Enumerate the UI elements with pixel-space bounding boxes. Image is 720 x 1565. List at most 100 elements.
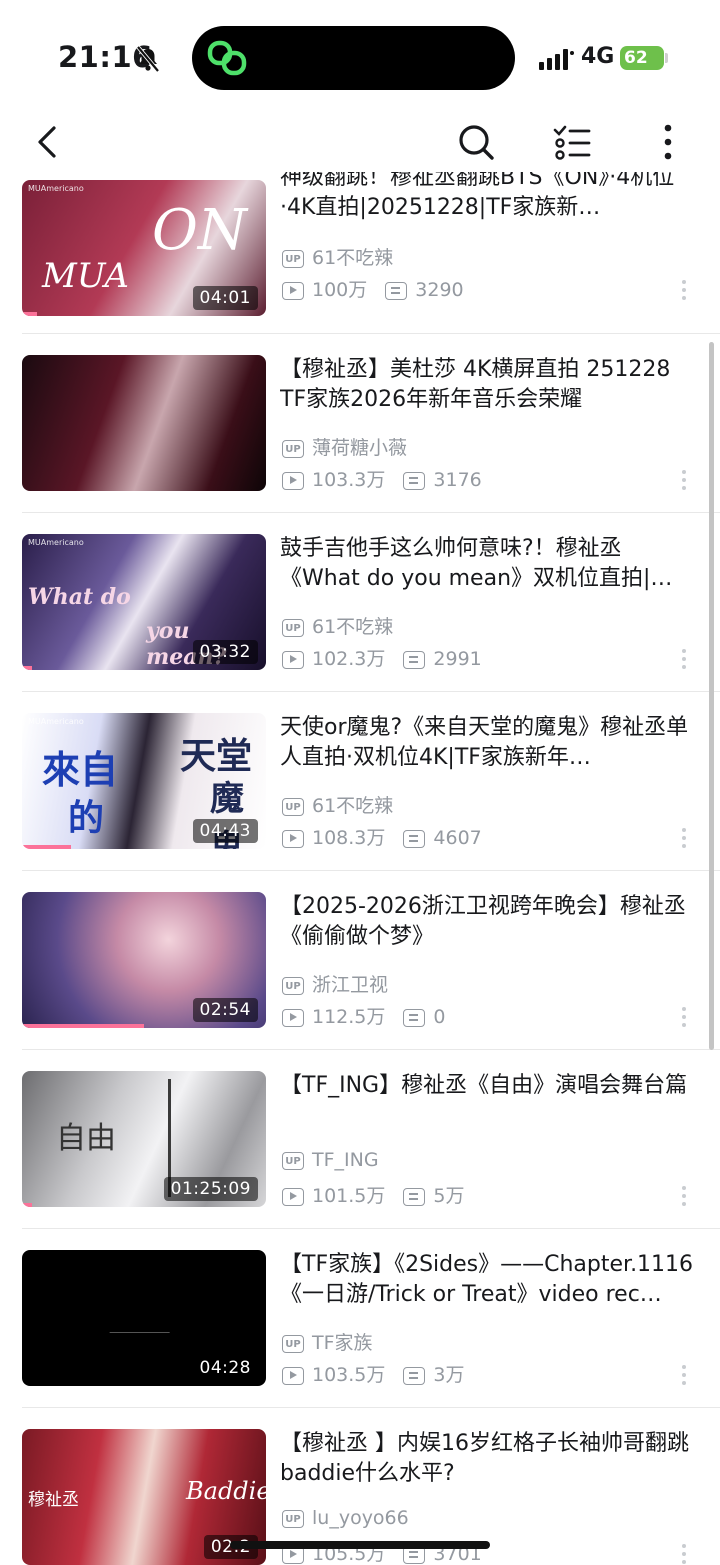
home-indicator[interactable] bbox=[230, 1541, 490, 1549]
video-title[interactable]: 神级翻跳！穆祉丞翻跳BTS《ON》·4机位·4K直拍|20251228|TF家族… bbox=[280, 172, 698, 223]
video-thumbnail[interactable]: MUAmericano 來自 的 天堂 魔鬼 04:43 bbox=[22, 713, 266, 849]
video-thumbnail[interactable]: MUAmericano MUA ON 04:01 bbox=[22, 180, 266, 316]
view-count: 101.5万 bbox=[312, 1185, 386, 1207]
divider bbox=[22, 691, 720, 692]
view-count: 103.5万 bbox=[312, 1364, 386, 1386]
play-count-icon bbox=[282, 650, 304, 669]
divider bbox=[22, 1407, 720, 1408]
item-more-icon[interactable] bbox=[676, 1007, 692, 1031]
thumbnail-text: 來自 bbox=[42, 747, 119, 792]
stats-row: 108.3万 4607 bbox=[282, 823, 482, 849]
up-badge-icon: UP bbox=[282, 439, 304, 458]
scrollbar[interactable] bbox=[709, 342, 714, 1050]
video-title[interactable]: 【2025-2026浙江卫视跨年晚会】穆祉丞《偷偷做个梦》 bbox=[280, 892, 698, 952]
item-more-icon[interactable] bbox=[676, 1186, 692, 1210]
dynamic-island[interactable] bbox=[192, 26, 515, 90]
uploader-name: 61不吃辣 bbox=[312, 616, 394, 638]
battery-indicator: 62 bbox=[620, 46, 664, 70]
uploader-row[interactable]: UP TF家族 bbox=[282, 1328, 373, 1354]
uploader-row[interactable]: UP TF_ING bbox=[282, 1149, 379, 1175]
video-title[interactable]: 【TF家族】《2Sides》——Chapter.1116《一日游/Trick o… bbox=[280, 1250, 698, 1310]
video-item[interactable]: MUAmericano 來自 的 天堂 魔鬼 04:43 天使or魔鬼?《来自天… bbox=[0, 696, 720, 874]
uploader-name: 浙江卫视 bbox=[312, 974, 389, 996]
item-more-icon[interactable] bbox=[676, 828, 692, 852]
danmaku-count: 4607 bbox=[433, 827, 482, 849]
danmaku-icon bbox=[385, 281, 408, 300]
thumbnail-text: ON bbox=[152, 198, 247, 263]
danmaku-count: 5万 bbox=[433, 1185, 465, 1207]
video-title[interactable]: 【TF_ING】穆祉丞《自由》演唱会舞台篇 bbox=[280, 1071, 698, 1131]
view-count: 112.5万 bbox=[312, 1006, 386, 1028]
uploader-row[interactable]: UP 61不吃辣 bbox=[282, 791, 393, 817]
video-item[interactable]: 自由 01:25:09 【TF_ING】穆祉丞《自由》演唱会舞台篇 UP TF_I… bbox=[0, 1054, 720, 1232]
danmaku-icon bbox=[403, 1008, 426, 1027]
up-badge-icon: UP bbox=[282, 618, 304, 637]
search-icon[interactable] bbox=[454, 120, 498, 164]
danmaku-count: 3290 bbox=[415, 279, 464, 301]
watch-progress-bar bbox=[22, 312, 37, 316]
uploader-row[interactable]: UP 薄荷糖小薇 bbox=[282, 433, 407, 459]
uploader-row[interactable]: UP 浙江卫视 bbox=[282, 970, 388, 996]
view-count: 102.3万 bbox=[312, 648, 386, 670]
uploader-name: lu_yoyo66 bbox=[312, 1507, 409, 1529]
uploader-name: 61不吃辣 bbox=[312, 795, 394, 817]
up-badge-icon: UP bbox=[282, 1334, 304, 1353]
video-thumbnail[interactable]: MUAmericano What do you mean? 03:32 bbox=[22, 534, 266, 670]
danmaku-count: 3176 bbox=[433, 469, 482, 491]
up-badge-icon: UP bbox=[282, 249, 304, 268]
status-bar: 21:16 4G 62 bbox=[0, 0, 720, 110]
up-badge-icon: UP bbox=[282, 797, 304, 816]
video-title[interactable]: 【穆祉丞 】内娱16岁红格子长袖帅哥翻跳baddie什么水平? bbox=[280, 1429, 698, 1489]
video-item[interactable]: MUAmericano MUA ON 04:01 神级翻跳！穆祉丞翻跳BTS《O… bbox=[0, 172, 720, 337]
danmaku-icon bbox=[403, 1366, 426, 1385]
divider bbox=[22, 333, 720, 334]
view-count: 103.3万 bbox=[312, 469, 386, 491]
video-item[interactable]: 02:54 【2025-2026浙江卫视跨年晚会】穆祉丞《偷偷做个梦》 UP 浙江… bbox=[0, 875, 720, 1053]
danmaku-icon bbox=[403, 1187, 426, 1206]
thumbnail-watermark: MUAmericano bbox=[28, 538, 84, 547]
uploader-name: TF家族 bbox=[312, 1332, 373, 1354]
video-thumbnail[interactable] bbox=[22, 355, 266, 491]
uploader-row[interactable]: UP 61不吃辣 bbox=[282, 612, 393, 638]
video-thumbnail[interactable]: 04:28 bbox=[22, 1250, 266, 1386]
uploader-name: 薄荷糖小薇 bbox=[312, 437, 408, 459]
play-count-icon bbox=[282, 1008, 304, 1027]
more-vertical-icon[interactable] bbox=[646, 120, 690, 164]
video-item[interactable]: 04:28 【TF家族】《2Sides》——Chapter.1116《一日游/T… bbox=[0, 1233, 720, 1411]
danmaku-icon bbox=[403, 471, 426, 490]
video-item[interactable]: 【穆祉丞】美杜莎 4K横屏直拍 251228 TF家族2026年新年音乐会荣耀 … bbox=[0, 338, 720, 516]
up-badge-icon: UP bbox=[282, 1151, 304, 1170]
divider bbox=[22, 512, 720, 513]
video-duration: 03:32 bbox=[192, 640, 258, 664]
thumbnail-watermark: MUAmericano bbox=[28, 717, 84, 726]
watch-progress-bar bbox=[22, 666, 32, 670]
play-count-icon bbox=[282, 471, 304, 490]
uploader-row[interactable]: UP lu_yoyo66 bbox=[282, 1507, 409, 1533]
thumbnail-text: What do bbox=[28, 584, 131, 610]
filter-list-icon[interactable] bbox=[550, 120, 594, 164]
item-more-icon[interactable] bbox=[676, 1365, 692, 1389]
danmaku-count: 3万 bbox=[433, 1364, 465, 1386]
view-count: 108.3万 bbox=[312, 827, 386, 849]
video-item[interactable]: MUAmericano What do you mean? 03:32 鼓手吉他… bbox=[0, 517, 720, 695]
back-arrow-icon[interactable] bbox=[26, 120, 70, 164]
video-duration: 04:01 bbox=[192, 286, 258, 310]
video-title[interactable]: 鼓手吉他手这么帅何意味?！穆祉丞《What do you mean》双机位直拍|… bbox=[280, 534, 698, 594]
item-more-icon[interactable] bbox=[676, 470, 692, 494]
item-more-icon[interactable] bbox=[676, 280, 692, 304]
video-title[interactable]: 【穆祉丞】美杜莎 4K横屏直拍 251228 TF家族2026年新年音乐会荣耀 bbox=[280, 355, 698, 415]
item-more-icon[interactable] bbox=[676, 1544, 692, 1565]
video-duration: 01:25:09 bbox=[163, 1177, 258, 1201]
stats-row: 102.3万 2991 bbox=[282, 644, 482, 670]
item-more-icon[interactable] bbox=[676, 649, 692, 673]
watch-progress-bar bbox=[22, 1203, 32, 1207]
video-title[interactable]: 天使or魔鬼?《来自天堂的魔鬼》穆祉丞单人直拍·双机位4K|TF家族新年… bbox=[280, 713, 698, 773]
stats-row: 103.3万 3176 bbox=[282, 465, 482, 491]
signal-icon bbox=[539, 49, 574, 70]
video-thumbnail[interactable]: 02:54 bbox=[22, 892, 266, 1028]
stats-row: 112.5万 0 bbox=[282, 1002, 446, 1028]
uploader-row[interactable]: UP 61不吃辣 bbox=[282, 243, 393, 269]
thumbnail-watermark: MUAmericano bbox=[28, 184, 84, 193]
video-thumbnail[interactable]: 自由 01:25:09 bbox=[22, 1071, 266, 1207]
video-list[interactable]: MUAmericano MUA ON 04:01 神级翻跳！穆祉丞翻跳BTS《O… bbox=[0, 172, 720, 1565]
